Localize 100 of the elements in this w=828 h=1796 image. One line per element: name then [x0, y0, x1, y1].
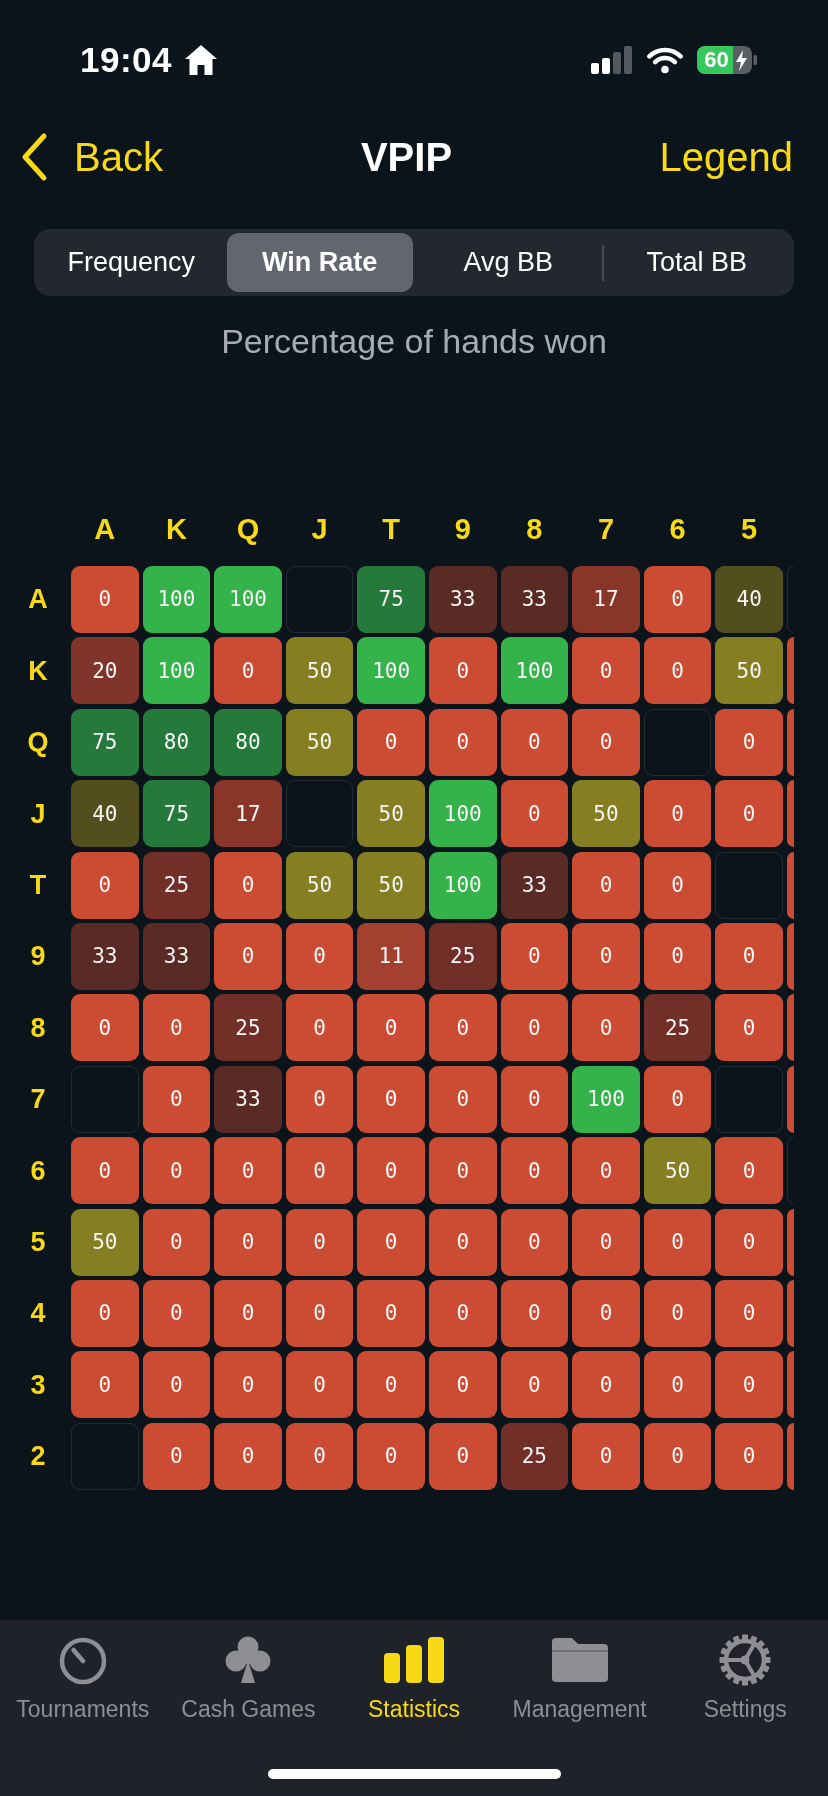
heatmap-cell[interactable]: 0 [500, 1351, 569, 1419]
heatmap-cell[interactable]: 0 [715, 780, 783, 848]
heatmap-cell[interactable]: 0 [500, 922, 569, 990]
heatmap-cell[interactable]: 33 [214, 1065, 282, 1133]
heatmap-cell[interactable]: 0 [357, 1208, 425, 1276]
heatmap-cell[interactable]: 0 [214, 1137, 282, 1205]
heatmap-cell[interactable]: 0 [71, 1279, 139, 1347]
heatmap-cell[interactable]: 0 [572, 708, 640, 776]
heatmap-cell[interactable]: 33 [500, 851, 569, 919]
heatmap-cell[interactable]: 50 [285, 851, 354, 919]
segment-tab[interactable]: Total BB [603, 233, 790, 292]
heatmap-cell[interactable]: 0 [142, 1137, 211, 1205]
heatmap-cell[interactable]: 50 [357, 851, 425, 919]
tab-bar-item[interactable]: Tournaments [16, 1635, 150, 1722]
heatmap-cell[interactable]: 11 [357, 922, 425, 990]
tab-bar-item[interactable]: Cash Games [181, 1635, 316, 1722]
heatmap-cell[interactable]: 25 [500, 1422, 569, 1490]
heatmap-cell[interactable]: 0 [357, 1351, 425, 1419]
heatmap-cell[interactable]: 0 [572, 637, 640, 705]
heatmap-cell[interactable]: 0 [71, 1351, 139, 1419]
segment-tab[interactable]: Win Rate [226, 233, 413, 292]
heatmap-cell[interactable]: 17 [214, 780, 282, 848]
heatmap-cell[interactable]: 0 [214, 922, 282, 990]
heatmap-cell[interactable]: 50 [285, 708, 354, 776]
heatmap-cell[interactable]: 0 [572, 1422, 640, 1490]
heatmap-cell[interactable]: 0 [357, 1065, 425, 1133]
heatmap-cell[interactable]: 0 [214, 637, 282, 705]
heatmap-cell[interactable]: 50 [715, 637, 783, 705]
heatmap-cell[interactable]: 100 [428, 780, 497, 848]
heatmap-cell[interactable]: 0 [357, 994, 425, 1062]
heatmap-cell[interactable]: 0 [285, 1351, 354, 1419]
heatmap-cell[interactable]: 0 [285, 1137, 354, 1205]
heatmap-cell[interactable]: 0 [357, 1137, 425, 1205]
tab-bar-item[interactable]: Statistics [367, 1635, 460, 1722]
heatmap-cell[interactable]: 0 [142, 1351, 211, 1419]
heatmap-cell[interactable]: 0 [500, 1137, 569, 1205]
heatmap-cell[interactable]: 0 [572, 994, 640, 1062]
heatmap-cell[interactable]: 0 [715, 1137, 783, 1205]
tab-bar-item[interactable]: Management [512, 1635, 647, 1722]
heatmap-cell[interactable]: 0 [142, 1279, 211, 1347]
heatmap-cell[interactable]: 0 [142, 1422, 211, 1490]
heatmap-cell[interactable]: 50 [285, 637, 354, 705]
heatmap-cell[interactable]: 0 [428, 1137, 497, 1205]
segment-tab[interactable]: Frequency [38, 233, 225, 292]
heatmap-cell[interactable]: 40 [71, 780, 139, 848]
heatmap-cell[interactable]: 0 [715, 1279, 783, 1347]
heatmap-cell[interactable]: 0 [142, 1065, 211, 1133]
heatmap-cell[interactable]: 0 [357, 1279, 425, 1347]
heatmap-cell[interactable]: 0 [428, 1351, 497, 1419]
heatmap-cell[interactable]: 100 [500, 637, 569, 705]
heatmap-cell[interactable]: 100 [142, 566, 211, 633]
heatmap-cell[interactable]: 0 [643, 1422, 712, 1490]
heatmap-cell[interactable]: 0 [285, 922, 354, 990]
heatmap-cell[interactable]: 0 [214, 1422, 282, 1490]
heatmap-cell[interactable]: 80 [214, 708, 282, 776]
heatmap-cell[interactable]: 33 [142, 922, 211, 990]
heatmap-cell[interactable]: 0 [428, 1208, 497, 1276]
heatmap-cell[interactable]: 0 [715, 1208, 783, 1276]
heatmap-cell[interactable]: 0 [715, 994, 783, 1062]
heatmap-cell[interactable]: 0 [572, 1351, 640, 1419]
heatmap-cell[interactable]: 0 [285, 1422, 354, 1490]
heatmap-cell[interactable]: 0 [214, 1208, 282, 1276]
heatmap-cell[interactable]: 0 [715, 1351, 783, 1419]
heatmap-cell[interactable]: 50 [71, 1208, 139, 1276]
heatmap-cell[interactable]: 0 [500, 1065, 569, 1133]
heatmap-cell[interactable]: 0 [643, 566, 712, 633]
heatmap-cell[interactable]: 75 [71, 708, 139, 776]
heatmap-cell[interactable]: 0 [572, 1208, 640, 1276]
tab-bar-item[interactable]: Settings [703, 1635, 787, 1722]
heatmap-cell[interactable]: 0 [643, 922, 712, 990]
heatmap-cell[interactable]: 0 [285, 1208, 354, 1276]
heatmap-cell[interactable]: 100 [142, 637, 211, 705]
heatmap-cell[interactable]: 0 [500, 1279, 569, 1347]
heatmap-cell[interactable]: 75 [142, 780, 211, 848]
heatmap-cell[interactable]: 0 [643, 1279, 712, 1347]
heatmap-cell[interactable]: 0 [643, 1065, 712, 1133]
heatmap-cell[interactable]: 33 [71, 922, 139, 990]
heatmap-cell[interactable]: 0 [715, 1422, 783, 1490]
heatmap-cell[interactable]: 0 [500, 708, 569, 776]
heatmap-cell[interactable]: 0 [500, 994, 569, 1062]
segment-tab[interactable]: Avg BB [415, 233, 602, 292]
heatmap-cell[interactable]: 0 [643, 851, 712, 919]
heatmap-cell[interactable]: 0 [643, 1208, 712, 1276]
heatmap-cell[interactable]: 0 [572, 1279, 640, 1347]
heatmap-cell[interactable]: 0 [285, 1065, 354, 1133]
heatmap-cell[interactable]: 0 [428, 708, 497, 776]
heatmap-cell[interactable]: 0 [643, 1351, 712, 1419]
heatmap-cell[interactable]: 25 [142, 851, 211, 919]
heatmap-cell[interactable]: 0 [285, 1279, 354, 1347]
heatmap-cell[interactable]: 33 [500, 566, 569, 633]
heatmap-cell[interactable]: 100 [428, 851, 497, 919]
heatmap-cell[interactable]: 25 [428, 922, 497, 990]
heatmap-cell[interactable]: 0 [428, 1422, 497, 1490]
heatmap-cell[interactable]: 25 [214, 994, 282, 1062]
heatmap-cell[interactable]: 0 [572, 922, 640, 990]
heatmap-cell[interactable]: 0 [572, 851, 640, 919]
heatmap-cell[interactable]: 0 [428, 637, 497, 705]
heatmap-cell[interactable]: 40 [715, 566, 783, 633]
heatmap-cell[interactable]: 0 [428, 994, 497, 1062]
heatmap-cell[interactable]: 75 [357, 566, 425, 633]
